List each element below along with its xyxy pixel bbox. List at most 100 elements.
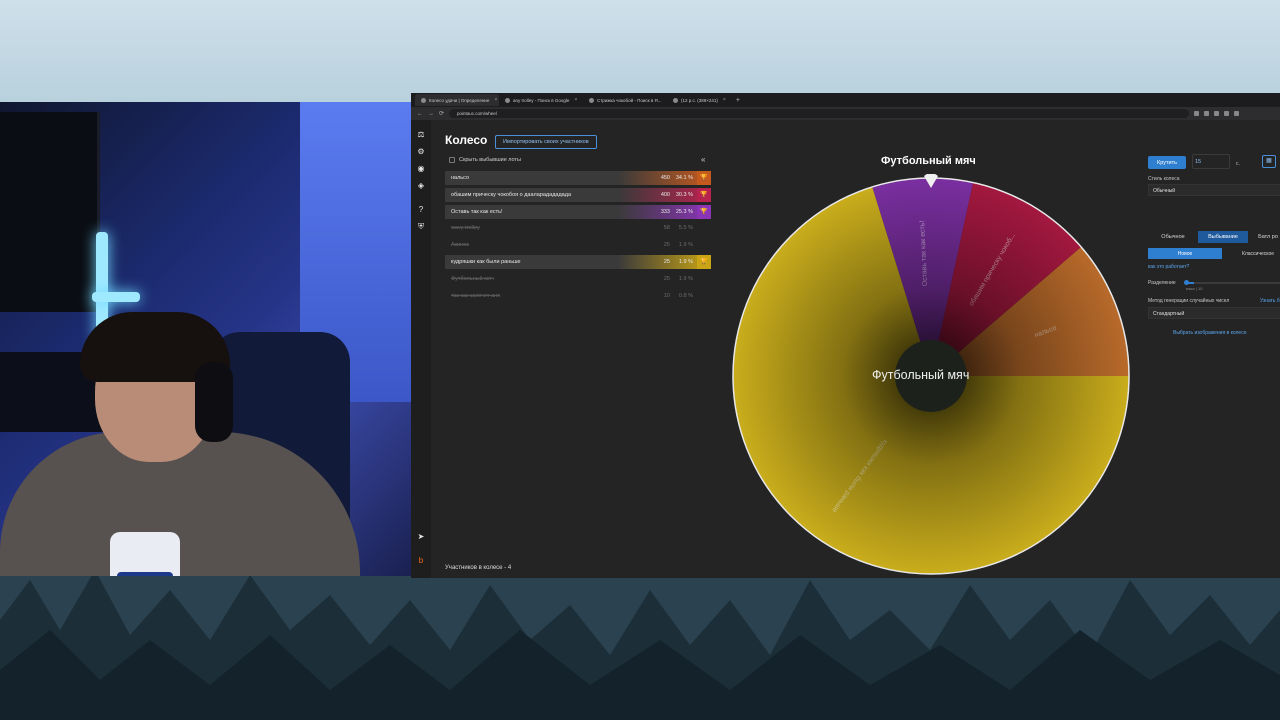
split-slider-handle[interactable] xyxy=(1184,280,1189,285)
close-tab-icon[interactable]: × xyxy=(723,97,726,103)
mode-elimination[interactable]: Выбывание xyxy=(1198,231,1248,243)
lot-amount: 400 xyxy=(660,191,670,198)
lot-amount: 450 xyxy=(660,175,670,181)
duration-input[interactable]: 15 xyxy=(1192,154,1230,169)
lot-amount: 58 xyxy=(663,225,670,232)
favicon-icon xyxy=(673,97,678,103)
forward-icon[interactable]: → xyxy=(428,111,434,117)
split-hint: макс | 10 xyxy=(1186,286,1203,291)
new-tab-button[interactable]: + xyxy=(732,97,744,104)
favicon-icon xyxy=(589,97,594,103)
lot-name: Оставь так как есть! xyxy=(451,208,503,215)
lot-percent: 25.3 % xyxy=(675,208,693,215)
wheel-center-text: Футбольный мяч xyxy=(872,368,970,382)
select-images-link[interactable]: Выбрать изображения в колесе xyxy=(1173,330,1246,336)
hide-eliminated-toggle[interactable]: Скрыть выбывшие лоты xyxy=(449,157,521,163)
import-participants-button[interactable]: Импортировать своих участников xyxy=(495,135,597,149)
lot-amount: 25 xyxy=(663,258,670,265)
browser-tab[interactable]: Стрижка чокобой - Поиск в Я... × xyxy=(583,94,667,106)
webcam-neon-light-bar xyxy=(92,292,140,302)
lot-name: так как захочет аня xyxy=(451,292,501,299)
participants-count: Участников в колесе - 4 xyxy=(445,565,512,571)
lot-percent: 1.9 % xyxy=(678,258,693,265)
webcam-feed xyxy=(0,102,412,576)
trophy-icon[interactable]: 🏆 xyxy=(697,171,711,185)
browser-tab[interactable]: any trolley - Поиск в Google × xyxy=(499,94,583,106)
how-it-works-link[interactable]: как это работает? xyxy=(1148,264,1189,270)
telegram-icon[interactable]: ➤ xyxy=(416,532,426,542)
shield-icon[interactable]: ⛨ xyxy=(416,222,426,232)
hide-eliminated-label: Скрыть выбывшие лоты xyxy=(459,157,521,163)
gavel-icon[interactable]: ⚖ xyxy=(416,130,426,140)
extension-icon[interactable] xyxy=(1234,111,1240,116)
close-tab-icon[interactable]: × xyxy=(574,97,577,103)
wheel-app: ⚖ ⚙ ◉ ◈ ? ⛨ ➤ b Колесо Импортировать сво… xyxy=(411,120,1280,578)
rng-select[interactable]: Стандартный xyxy=(1148,307,1280,319)
lot-row[interactable]: Футбольный мяч 25 1.9 % xyxy=(445,272,711,286)
spin-button[interactable]: Крутить xyxy=(1148,156,1186,169)
trophy-icon[interactable]: 🏆 xyxy=(697,254,711,269)
tab-bar: Колесо удачи | Определение × any trolley… xyxy=(411,93,1280,107)
trophy-icon[interactable]: 🏆 xyxy=(697,204,711,219)
tab-label: (12 р.с. (389×241) xyxy=(681,97,718,103)
trophy-icon[interactable]: 🏆 xyxy=(697,187,711,202)
rng-value: Стандартный xyxy=(1153,311,1185,317)
webcam-microphone-logo xyxy=(117,572,173,576)
back-icon[interactable]: ← xyxy=(417,111,423,117)
page-title: Колесо xyxy=(445,133,488,147)
sidebar-rail: ⚖ ⚙ ◉ ◈ ? ⛨ ➤ b xyxy=(411,120,431,578)
url-input[interactable]: pointauc.com/wheel xyxy=(449,109,1190,118)
settings-icon[interactable]: ⚙ xyxy=(416,147,426,157)
favicon-icon xyxy=(421,97,426,103)
lot-list: нальсо 450 34.1 % 🏆 обашим прическу чокобоя … xyxy=(445,171,711,305)
extension-icon[interactable] xyxy=(1194,111,1200,116)
boosty-icon[interactable]: b xyxy=(416,556,426,566)
reload-icon[interactable]: ⟳ xyxy=(439,110,444,117)
lot-row[interactable]: так как захочет аня 10 0.8 % xyxy=(445,289,711,303)
lot-name: нальсо xyxy=(451,175,470,181)
webcam-headphones xyxy=(195,362,233,442)
duration-value: 15 xyxy=(1195,159,1202,165)
forest-background xyxy=(0,560,1280,720)
mode-battle[interactable]: Батл ро xyxy=(1248,231,1280,243)
lot-row[interactable]: кудряшки как были раньше 25 1.9 % 🏆 xyxy=(445,254,711,269)
mode-normal[interactable]: Обычное xyxy=(1148,231,1198,243)
lot-row[interactable]: нальсо 450 34.1 % 🏆 xyxy=(445,171,711,185)
close-tab-icon[interactable]: × xyxy=(494,97,497,103)
lot-row[interactable]: обашим прическу чокобоя о дааларадададад… xyxy=(445,187,711,202)
help-icon[interactable]: ? xyxy=(416,205,426,215)
lot-amount: 333 xyxy=(660,208,670,215)
submode-new[interactable]: Новое xyxy=(1148,248,1222,259)
layers-icon[interactable]: ◈ xyxy=(416,181,426,191)
webcam-monitor xyxy=(0,112,100,312)
rng-learn-link[interactable]: Узнать б xyxy=(1260,298,1280,304)
extension-icon[interactable] xyxy=(1204,111,1210,116)
lot-row[interactable]: Акинос 25 1.9 % xyxy=(445,238,711,252)
address-bar: ← → ⟳ pointauc.com/wheel xyxy=(411,107,1280,120)
split-slider[interactable] xyxy=(1184,280,1280,285)
collapse-icon[interactable]: « xyxy=(701,155,705,164)
lot-name: Акинос xyxy=(451,242,469,249)
tab-label: any trolley - Поиск в Google xyxy=(513,97,570,103)
lot-row[interactable]: wavy trolley 58 5.5 % xyxy=(445,221,711,235)
wheel-style-select[interactable]: Обычный xyxy=(1148,184,1280,196)
extension-icon[interactable] xyxy=(1224,111,1230,116)
submode-classic[interactable]: Классическое xyxy=(1228,248,1280,259)
grid-icon[interactable]: ▦ xyxy=(1262,155,1276,168)
browser-tab[interactable]: (12 р.с. (389×241) × xyxy=(667,94,732,106)
lot-amount: 10 xyxy=(663,292,670,299)
lot-row[interactable]: Оставь так как есть! 333 25.3 % 🏆 xyxy=(445,204,711,219)
lot-name: Футбольный мяч xyxy=(451,275,494,282)
lot-name: wavy trolley xyxy=(451,225,480,232)
extension-icon[interactable] xyxy=(1214,111,1220,116)
checkbox[interactable] xyxy=(449,157,455,163)
winner-title: Футбольный мяч xyxy=(881,155,976,167)
webcam-microphone xyxy=(110,532,180,576)
browser-tab-active[interactable]: Колесо удачи | Определение × xyxy=(415,94,499,106)
url-text: pointauc.com/wheel xyxy=(457,111,497,116)
lot-percent: 30.3 % xyxy=(675,191,693,198)
lot-amount: 25 xyxy=(663,242,670,249)
wheel-icon[interactable]: ◉ xyxy=(416,164,426,174)
lot-name: обашим прическу чокобоя о дааларадададад… xyxy=(451,191,572,198)
lot-percent: 1.9 % xyxy=(678,242,693,249)
